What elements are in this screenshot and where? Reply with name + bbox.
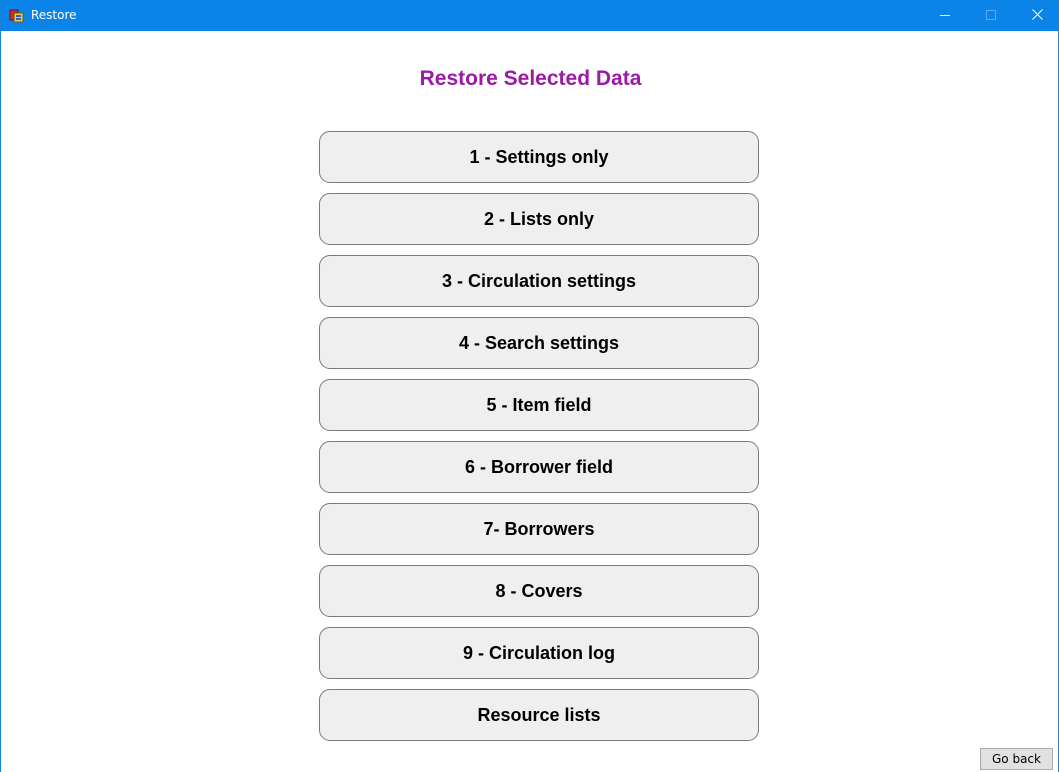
borrower-field-button[interactable]: 6 - Borrower field xyxy=(319,441,759,493)
search-settings-button[interactable]: 4 - Search settings xyxy=(319,317,759,369)
maximize-icon xyxy=(986,7,996,25)
title-bar[interactable]: Restore xyxy=(1,0,1059,31)
minimize-icon xyxy=(940,7,950,25)
go-back-button[interactable]: Go back xyxy=(980,748,1053,770)
window-title: Restore xyxy=(31,8,77,22)
close-icon xyxy=(1031,7,1043,25)
lists-only-button[interactable]: 2 - Lists only xyxy=(319,193,759,245)
maximize-button[interactable] xyxy=(968,0,1014,31)
settings-only-button[interactable]: 1 - Settings only xyxy=(319,131,759,183)
restore-app-icon[interactable] xyxy=(9,8,25,24)
close-button[interactable] xyxy=(1014,0,1059,31)
borrowers-button[interactable]: 7- Borrowers xyxy=(319,503,759,555)
circulation-log-button[interactable]: 9 - Circulation log xyxy=(319,627,759,679)
item-field-button[interactable]: 5 - Item field xyxy=(319,379,759,431)
page-title: Restore Selected Data xyxy=(419,67,642,90)
covers-button[interactable]: 8 - Covers xyxy=(319,565,759,617)
resource-lists-button[interactable]: Resource lists xyxy=(319,689,759,741)
circulation-settings-button[interactable]: 3 - Circulation settings xyxy=(319,255,759,307)
minimize-button[interactable] xyxy=(922,0,968,31)
restore-window: Restore Restore Selected Data 1 - Settin… xyxy=(0,0,1059,772)
